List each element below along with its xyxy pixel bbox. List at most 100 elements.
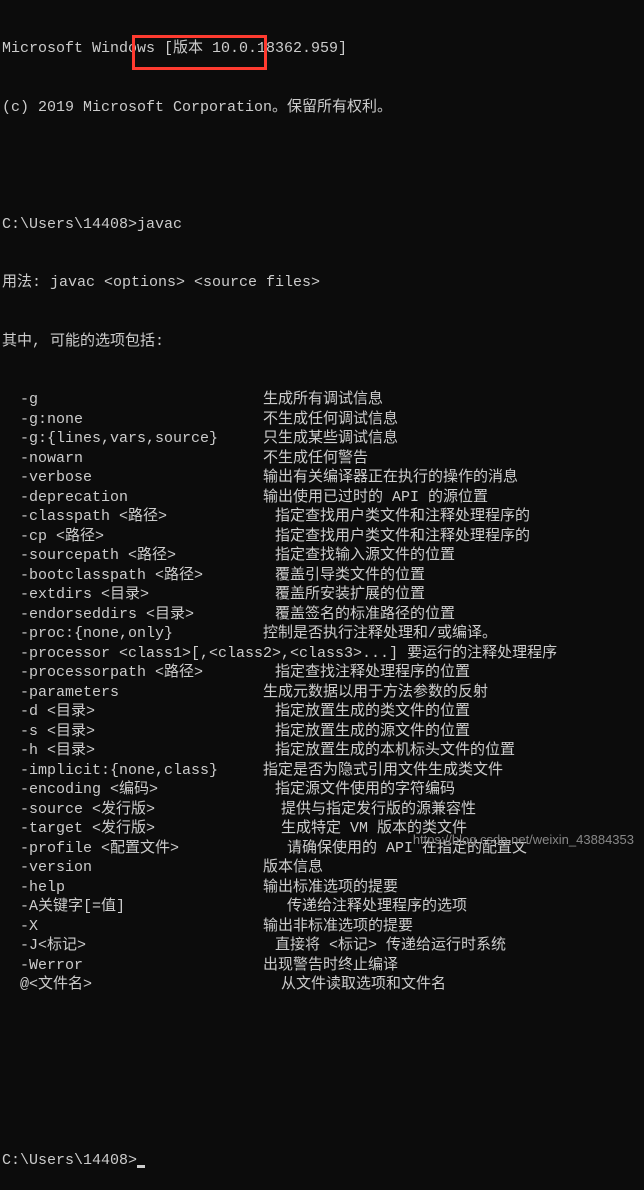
option-row: -classpath <路径> 指定查找用户类文件和注释处理程序的 bbox=[2, 507, 642, 527]
option-flag: -classpath <路径> bbox=[2, 508, 275, 525]
usage-line: 用法: javac <options> <source files> bbox=[2, 273, 642, 293]
option-row: -bootclasspath <路径> 覆盖引导类文件的位置 bbox=[2, 566, 642, 586]
option-description: 指定放置生成的本机标头文件的位置 bbox=[275, 742, 515, 759]
option-flag: -A关键字[=值] bbox=[2, 898, 287, 915]
option-description: 从文件读取选项和文件名 bbox=[281, 976, 446, 993]
option-row: -version 版本信息 bbox=[2, 858, 642, 878]
option-description: 指定查找用户类文件和注释处理程序的 bbox=[275, 528, 530, 545]
option-description: 指定源文件使用的字符编码 bbox=[275, 781, 455, 798]
option-flag: -d <目录> bbox=[2, 703, 275, 720]
option-description: 生成元数据以用于方法参数的反射 bbox=[263, 684, 488, 701]
option-description: 指定查找用户类文件和注释处理程序的 bbox=[275, 508, 530, 525]
option-description: 控制是否执行注释处理和/或编译。 bbox=[263, 625, 497, 642]
option-flag: -nowarn bbox=[2, 450, 263, 467]
option-row: -X 输出非标准选项的提要 bbox=[2, 917, 642, 937]
option-row: -J<标记> 直接将 <标记> 传递给运行时系统 bbox=[2, 936, 642, 956]
blank-line bbox=[2, 1034, 642, 1054]
option-row: -sourcepath <路径> 指定查找输入源文件的位置 bbox=[2, 546, 642, 566]
option-row: -processor <class1>[,<class2>,<class3>..… bbox=[2, 644, 642, 664]
option-flag: -target <发行版> bbox=[2, 820, 281, 837]
option-description: 提供与指定发行版的源兼容性 bbox=[281, 801, 476, 818]
option-flag: -profile <配置文件> bbox=[2, 840, 287, 857]
option-flag: -extdirs <目录> bbox=[2, 586, 275, 603]
option-flag: -parameters bbox=[2, 684, 263, 701]
option-row: -g:{lines,vars,source} 只生成某些调试信息 bbox=[2, 429, 642, 449]
blank-line bbox=[2, 156, 642, 176]
option-flag: -bootclasspath <路径> bbox=[2, 567, 275, 584]
option-description: 不生成任何警告 bbox=[263, 450, 368, 467]
prompt-path: C:\Users\14408> bbox=[2, 216, 137, 233]
option-description: 生成所有调试信息 bbox=[263, 391, 383, 408]
option-flag: -J<标记> bbox=[2, 937, 275, 954]
option-description: 指定查找输入源文件的位置 bbox=[275, 547, 455, 564]
option-description: 输出标准选项的提要 bbox=[263, 879, 398, 896]
option-description: 覆盖签名的标准路径的位置 bbox=[275, 606, 455, 623]
option-row: -help 输出标准选项的提要 bbox=[2, 878, 642, 898]
option-description: 出现警告时终止编译 bbox=[263, 957, 398, 974]
blank-line bbox=[2, 1092, 642, 1112]
option-flag: -sourcepath <路径> bbox=[2, 547, 275, 564]
copyright-line: (c) 2019 Microsoft Corporation。保留所有权利。 bbox=[2, 98, 642, 118]
option-description: 直接将 <标记> 传递给运行时系统 bbox=[275, 937, 506, 954]
option-description: 指定放置生成的类文件的位置 bbox=[275, 703, 470, 720]
option-description: 指定是否为隐式引用文件生成类文件 bbox=[263, 762, 503, 779]
option-row: -parameters 生成元数据以用于方法参数的反射 bbox=[2, 683, 642, 703]
option-flag: -processor <class1>[,<class2>,<class3>..… bbox=[2, 645, 407, 662]
option-description: 指定放置生成的源文件的位置 bbox=[275, 723, 470, 740]
option-description: 覆盖引导类文件的位置 bbox=[275, 567, 425, 584]
option-row: -nowarn 不生成任何警告 bbox=[2, 449, 642, 469]
option-flag: -h <目录> bbox=[2, 742, 275, 759]
option-description: 要运行的注释处理程序 bbox=[407, 645, 557, 662]
option-flag: -X bbox=[2, 918, 263, 935]
option-flag: -cp <路径> bbox=[2, 528, 275, 545]
command-prompt-line-2[interactable]: C:\Users\14408> bbox=[2, 1151, 642, 1171]
cursor bbox=[137, 1165, 145, 1168]
option-description: 覆盖所安装扩展的位置 bbox=[275, 586, 425, 603]
command-prompt-line: C:\Users\14408>javac bbox=[2, 215, 642, 235]
option-row: -implicit:{none,class} 指定是否为隐式引用文件生成类文件 bbox=[2, 761, 642, 781]
option-row: -d <目录> 指定放置生成的类文件的位置 bbox=[2, 702, 642, 722]
option-row: -verbose 输出有关编译器正在执行的操作的消息 bbox=[2, 468, 642, 488]
option-flag: -endorseddirs <目录> bbox=[2, 606, 275, 623]
option-description: 传递给注释处理程序的选项 bbox=[287, 898, 467, 915]
option-row: -A关键字[=值] 传递给注释处理程序的选项 bbox=[2, 897, 642, 917]
option-row: -g 生成所有调试信息 bbox=[2, 390, 642, 410]
option-row: -Werror 出现警告时终止编译 bbox=[2, 956, 642, 976]
option-flag: -proc:{none,only} bbox=[2, 625, 263, 642]
option-description: 输出有关编译器正在执行的操作的消息 bbox=[263, 469, 518, 486]
option-row: -g:none 不生成任何调试信息 bbox=[2, 410, 642, 430]
watermark-text: https://blog.csdn.net/weixin_43884353 bbox=[413, 832, 634, 849]
option-flag: -g:none bbox=[2, 411, 263, 428]
option-row: -h <目录> 指定放置生成的本机标头文件的位置 bbox=[2, 741, 642, 761]
option-flag: -g bbox=[2, 391, 263, 408]
option-flag: @<文件名> bbox=[2, 976, 281, 993]
terminal-window[interactable]: Microsoft Windows [版本 10.0.18362.959] (c… bbox=[0, 0, 644, 1190]
option-flag: -processorpath <路径> bbox=[2, 664, 275, 681]
option-flag: -verbose bbox=[2, 469, 263, 486]
prompt-path: C:\Users\14408> bbox=[2, 1152, 137, 1169]
option-description: 输出使用已过时的 API 的源位置 bbox=[263, 489, 488, 506]
option-flag: -implicit:{none,class} bbox=[2, 762, 263, 779]
option-flag: -g:{lines,vars,source} bbox=[2, 430, 263, 447]
option-row: -cp <路径> 指定查找用户类文件和注释处理程序的 bbox=[2, 527, 642, 547]
option-flag: -version bbox=[2, 859, 263, 876]
option-flag: -deprecation bbox=[2, 489, 263, 506]
option-row: -proc:{none,only} 控制是否执行注释处理和/或编译。 bbox=[2, 624, 642, 644]
option-flag: -help bbox=[2, 879, 263, 896]
option-row: @<文件名> 从文件读取选项和文件名 bbox=[2, 975, 642, 995]
windows-version-line: Microsoft Windows [版本 10.0.18362.959] bbox=[2, 39, 642, 59]
option-description: 只生成某些调试信息 bbox=[263, 430, 398, 447]
option-description: 不生成任何调试信息 bbox=[263, 411, 398, 428]
option-row: -encoding <编码> 指定源文件使用的字符编码 bbox=[2, 780, 642, 800]
option-flag: -encoding <编码> bbox=[2, 781, 275, 798]
option-description: 版本信息 bbox=[263, 859, 323, 876]
option-description: 输出非标准选项的提要 bbox=[263, 918, 413, 935]
option-flag: -Werror bbox=[2, 957, 263, 974]
option-row: -s <目录> 指定放置生成的源文件的位置 bbox=[2, 722, 642, 742]
option-row: -processorpath <路径> 指定查找注释处理程序的位置 bbox=[2, 663, 642, 683]
typed-command: javac bbox=[137, 216, 182, 233]
option-row: -extdirs <目录> 覆盖所安装扩展的位置 bbox=[2, 585, 642, 605]
option-row: -deprecation 输出使用已过时的 API 的源位置 bbox=[2, 488, 642, 508]
option-description: 指定查找注释处理程序的位置 bbox=[275, 664, 470, 681]
options-intro-line: 其中, 可能的选项包括: bbox=[2, 332, 642, 352]
